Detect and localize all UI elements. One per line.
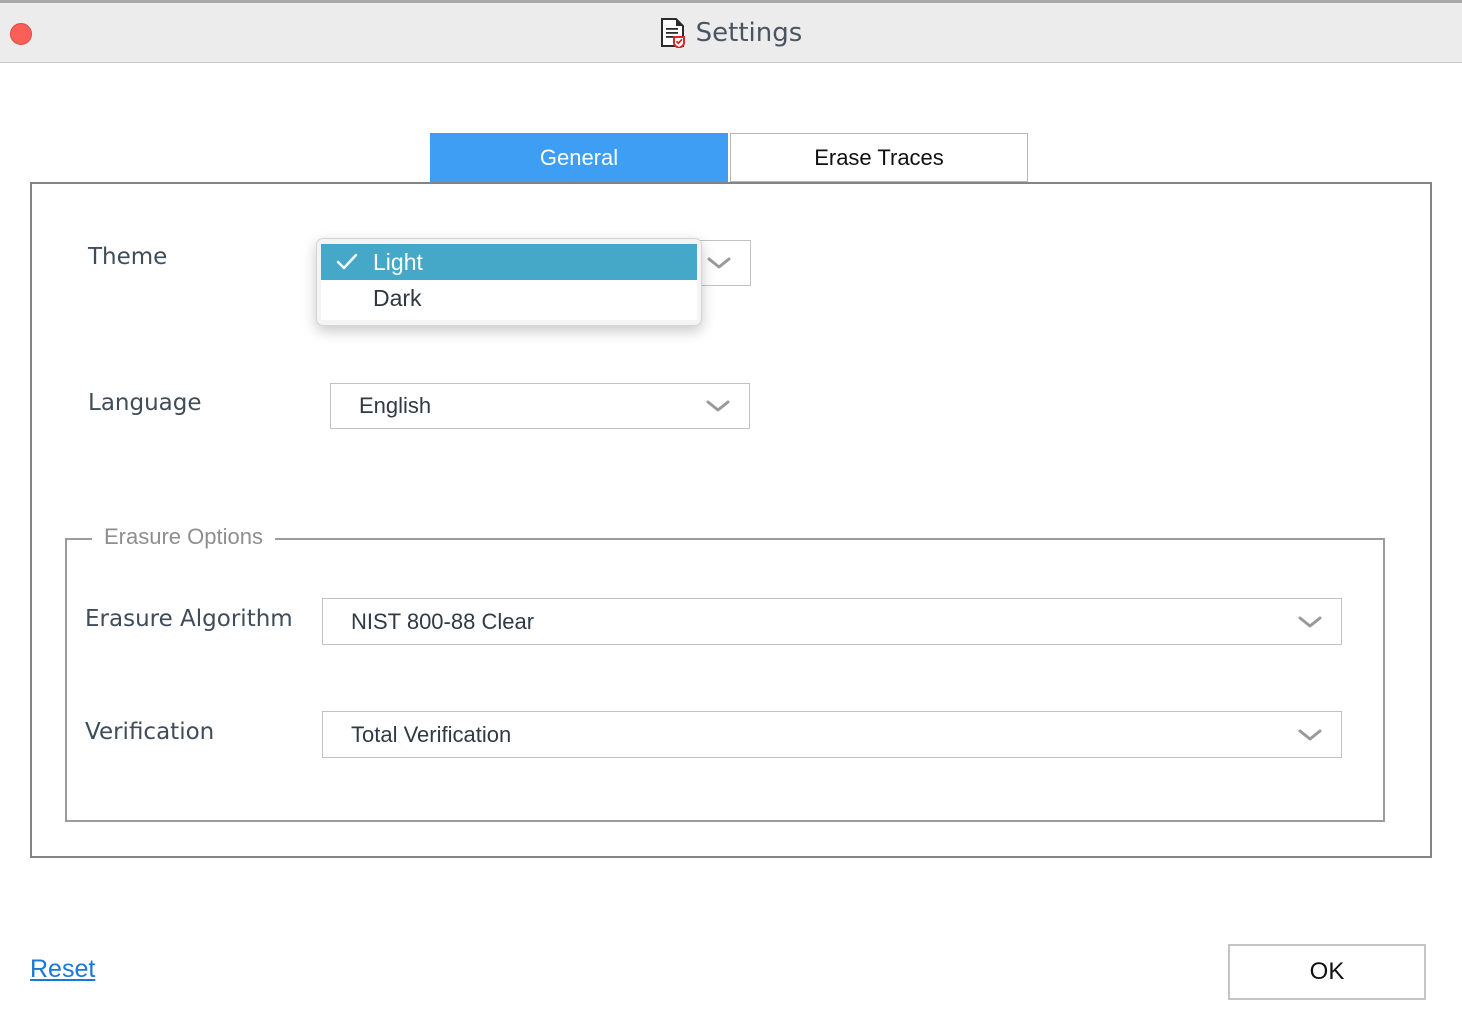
chevron-down-icon — [705, 399, 731, 413]
ok-button-label: OK — [1309, 958, 1345, 985]
chevron-down-icon — [1297, 615, 1323, 629]
theme-label: Theme — [88, 244, 168, 270]
theme-row: Theme — [88, 244, 318, 270]
ok-button[interactable]: OK — [1228, 944, 1426, 1000]
check-icon — [321, 252, 373, 272]
language-select-value: English — [359, 393, 432, 418]
theme-dropdown-popup[interactable]: Light Dark — [316, 238, 702, 326]
tab-bar: General Erase Traces — [430, 133, 1028, 182]
tab-erase-traces-label: Erase Traces — [814, 144, 944, 170]
verification-value: Total Verification — [351, 721, 512, 747]
tab-general-label: General — [539, 144, 619, 170]
settings-window: Settings General Erase Traces Theme Ligh… — [0, 0, 1462, 1033]
title-bar: Settings — [0, 0, 1462, 63]
chevron-down-icon — [1297, 728, 1323, 742]
verification-label: Verification — [85, 719, 215, 745]
language-select[interactable]: English — [330, 383, 750, 429]
theme-option-light[interactable]: Light — [321, 244, 697, 280]
tab-erase-traces[interactable]: Erase Traces — [730, 133, 1028, 182]
tab-general[interactable]: General — [430, 133, 728, 182]
theme-option-dark-label: Dark — [373, 284, 422, 311]
erasure-algorithm-label: Erasure Algorithm — [85, 606, 293, 632]
window-title: Settings — [695, 18, 803, 48]
erasure-algorithm-select[interactable]: NIST 800-88 Clear — [322, 598, 1342, 645]
chevron-down-icon — [706, 256, 732, 270]
theme-option-light-label: Light — [373, 248, 423, 275]
theme-dropdown-list: Light Dark — [321, 244, 697, 320]
verification-select[interactable]: Total Verification — [322, 711, 1342, 758]
document-shield-icon — [660, 18, 686, 50]
erasure-algorithm-value: NIST 800-88 Clear — [351, 608, 535, 634]
erasure-options-legend: Erasure Options — [92, 524, 275, 550]
language-label: Language — [88, 390, 202, 416]
erasure-options-group: Erasure Options — [65, 524, 1385, 822]
title-container: Settings — [0, 3, 1462, 63]
theme-option-dark[interactable]: Dark — [321, 280, 697, 316]
reset-link[interactable]: Reset — [30, 955, 95, 984]
